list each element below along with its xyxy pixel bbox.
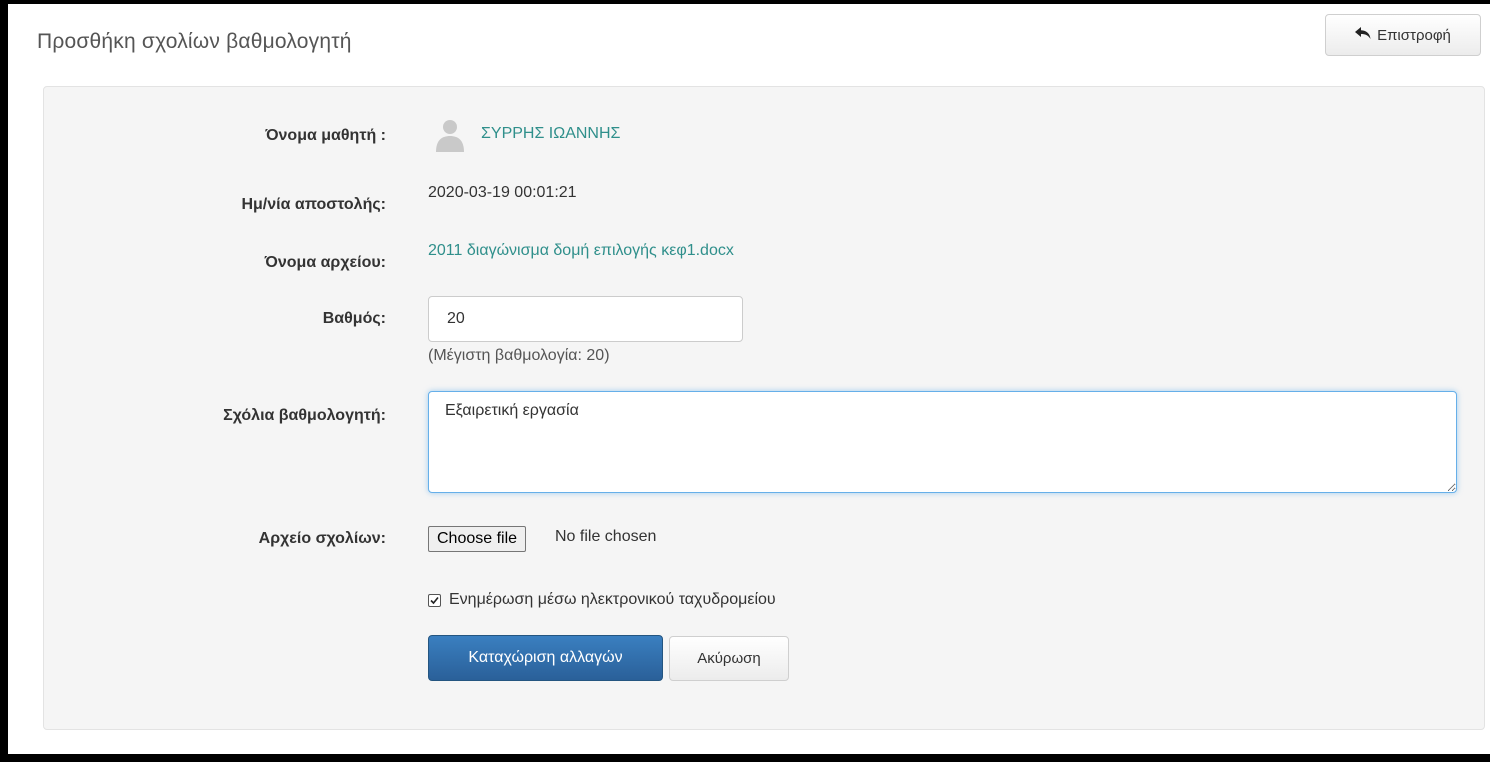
- submission-date-label: Ημ/νία αποστολής:: [241, 196, 386, 213]
- comments-file-label: Αρχείο σχολίων:: [258, 530, 386, 547]
- no-file-chosen-text: No file chosen: [555, 528, 657, 545]
- submission-date-value: 2020-03-19 00:01:21: [428, 184, 577, 201]
- choose-file-button[interactable]: Choose file: [428, 526, 527, 552]
- checkmark-icon: [430, 596, 439, 605]
- submitted-file-link[interactable]: 2011 διαγώνισμα δομή επιλογής κεφ1.docx: [428, 242, 734, 260]
- student-name-link[interactable]: ΣΥΡΡΗΣ ΙΩΑΝΝΗΣ: [481, 125, 620, 143]
- back-button-label: Επιστροφή: [1377, 26, 1451, 44]
- file-name-label: Όνομα αρχείου:: [264, 254, 386, 271]
- email-notify-label[interactable]: Ενημέρωση μέσω ηλεκτρονικού ταχυδρομείου: [449, 591, 776, 609]
- comments-textarea[interactable]: Εξαιρετική εργασία: [428, 391, 1457, 493]
- comments-label: Σχόλια βαθμολογητή:: [223, 407, 386, 424]
- user-avatar-icon: [434, 118, 466, 152]
- email-notify-checkbox[interactable]: [428, 594, 441, 607]
- back-button[interactable]: Επιστροφή: [1325, 14, 1481, 56]
- grade-label: Βαθμός:: [322, 310, 386, 327]
- max-grade-note: (Μέγιστη βαθμολογία: 20): [428, 347, 610, 364]
- student-name-label: Όνομα μαθητή :: [265, 127, 386, 144]
- reply-arrow-icon: [1355, 26, 1377, 44]
- cancel-button[interactable]: Ακύρωση: [669, 636, 789, 681]
- save-changes-button[interactable]: Καταχώριση αλλαγών: [428, 635, 663, 681]
- page-title: Προσθήκη σχολίων βαθμολογητή: [37, 30, 352, 53]
- grade-input[interactable]: [428, 296, 743, 342]
